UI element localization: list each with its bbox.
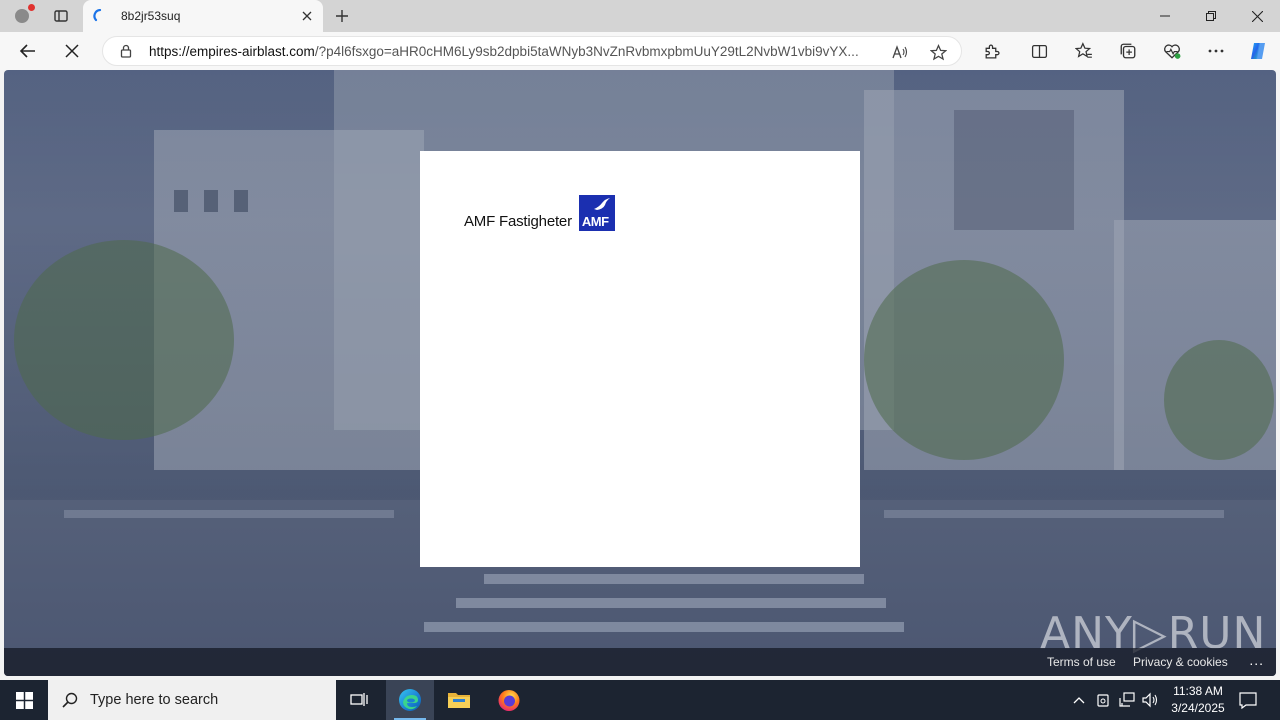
search-icon — [62, 692, 78, 708]
restore-icon — [1206, 11, 1216, 21]
tab-actions-icon — [54, 10, 68, 22]
taskbar-edge-button[interactable] — [386, 680, 434, 720]
extensions-button[interactable] — [976, 37, 1006, 65]
browser-tab-active[interactable]: 8b2jr53suq — [83, 0, 323, 32]
minimize-button[interactable] — [1142, 0, 1188, 32]
background-window — [174, 190, 188, 212]
crosswalk-stripe — [424, 622, 904, 632]
navigation-bar: https://empires-airblast.com/?p4l6fsxgo=… — [0, 32, 1280, 70]
network-icon — [1119, 692, 1135, 707]
lock-icon[interactable] — [119, 44, 133, 58]
background-window — [954, 110, 1074, 230]
background-window — [204, 190, 218, 212]
page-viewport: AMF Fastigheter AMF ANY▷RUN Terms of use… — [4, 70, 1276, 676]
plus-icon — [336, 10, 348, 22]
taskbar: Type here to search 11:38 AM 3/24/2025 — [0, 680, 1280, 720]
puzzle-icon — [985, 44, 999, 59]
device-icon — [1097, 694, 1109, 707]
crosswalk-stripe — [456, 598, 886, 608]
url-host: https://empires-airblast.com — [149, 44, 315, 59]
bird-logo-icon — [593, 198, 610, 210]
screen: 8b2jr53suq https://empires-airblast.com/… — [0, 0, 1280, 720]
copilot-icon — [1251, 43, 1265, 59]
star-icon — [929, 43, 947, 60]
url-path: /?p4l6fsxgo=aHR0cHM6Ly9sb2dpbi5taWNyb3Nv… — [314, 44, 859, 59]
close-icon — [65, 44, 79, 58]
page-footer: Terms of use Privacy & cookies ... — [4, 648, 1276, 676]
firefox-icon — [498, 690, 520, 711]
taskbar-file-explorer-button[interactable] — [435, 680, 483, 720]
favorites-star-icon — [1075, 42, 1092, 58]
new-tab-button[interactable] — [330, 4, 354, 28]
task-view-button[interactable] — [336, 680, 384, 720]
split-screen-icon — [1031, 44, 1047, 58]
login-card: AMF Fastigheter AMF — [420, 151, 860, 567]
crosswalk-stripe — [64, 510, 394, 518]
profile-icon — [15, 4, 35, 23]
folder-icon — [448, 693, 470, 708]
favorite-button[interactable] — [929, 43, 947, 61]
tab-title: 8b2jr53suq — [121, 9, 181, 23]
background-tree — [1164, 340, 1274, 460]
stop-loading-button[interactable] — [57, 37, 87, 65]
speaker-icon — [1142, 692, 1158, 708]
taskbar-clock[interactable]: 11:38 AM 3/24/2025 — [1160, 683, 1236, 717]
back-arrow-icon — [19, 44, 35, 58]
show-hidden-icons-button[interactable] — [1068, 680, 1090, 720]
background-tree — [864, 260, 1064, 460]
browser-essentials-button[interactable] — [1157, 37, 1187, 65]
clock-date: 3/24/2025 — [1171, 701, 1225, 715]
edge-icon — [399, 689, 421, 711]
crosswalk-stripe — [884, 510, 1224, 518]
tab-close-button[interactable] — [299, 8, 315, 24]
restore-button[interactable] — [1188, 0, 1234, 32]
close-window-button[interactable] — [1234, 0, 1280, 32]
search-placeholder: Type here to search — [90, 692, 219, 708]
profile-button[interactable] — [8, 4, 36, 28]
tab-actions-button[interactable] — [48, 4, 74, 28]
taskbar-firefox-button[interactable] — [485, 680, 533, 720]
loading-favicon-icon — [93, 9, 102, 22]
privacy-cookies-link[interactable]: Privacy & cookies — [1133, 655, 1228, 669]
minimize-icon — [1160, 15, 1170, 17]
close-icon — [1251, 10, 1263, 22]
clock-time: 11:38 AM — [1173, 684, 1223, 698]
read-aloud-button[interactable] — [891, 43, 909, 61]
chevron-up-icon — [1073, 697, 1085, 704]
url-text[interactable]: https://empires-airblast.com/?p4l6fsxgo=… — [149, 44, 889, 59]
address-bar[interactable]: https://empires-airblast.com/?p4l6fsxgo=… — [102, 36, 962, 66]
footer-more-button[interactable]: ... — [1249, 652, 1264, 668]
background-tree — [14, 240, 234, 440]
terms-of-use-link[interactable]: Terms of use — [1047, 655, 1116, 669]
start-button[interactable] — [0, 680, 48, 720]
taskbar-search-box[interactable]: Type here to search — [48, 680, 336, 720]
notifications-button[interactable] — [1234, 680, 1262, 720]
network-button[interactable] — [1116, 680, 1138, 720]
logo-text: AMF — [581, 214, 609, 229]
more-horizontal-icon — [1208, 49, 1224, 53]
brand-name: AMF Fastigheter — [464, 213, 572, 230]
brand-logo: AMF — [578, 195, 615, 231]
collections-icon — [1120, 43, 1136, 59]
split-screen-button[interactable] — [1024, 37, 1054, 65]
task-view-icon — [350, 693, 368, 706]
crosswalk-stripe — [484, 574, 864, 584]
settings-more-button[interactable] — [1201, 37, 1231, 65]
tab-strip: 8b2jr53suq — [0, 0, 1280, 32]
read-aloud-icon — [892, 45, 908, 59]
collections-button[interactable] — [1113, 37, 1143, 65]
copilot-button[interactable] — [1243, 37, 1273, 65]
brand-header: AMF Fastigheter AMF — [464, 195, 615, 231]
favorites-button[interactable] — [1069, 37, 1099, 65]
background-window — [234, 190, 248, 212]
back-button[interactable] — [13, 37, 43, 65]
heart-pulse-icon — [1164, 44, 1181, 59]
notification-dot — [28, 4, 35, 11]
notification-icon — [1239, 691, 1257, 709]
close-icon — [302, 11, 312, 21]
device-tray-button[interactable] — [1093, 680, 1113, 720]
windows-logo-icon — [15, 691, 33, 709]
volume-button[interactable] — [1140, 680, 1162, 720]
